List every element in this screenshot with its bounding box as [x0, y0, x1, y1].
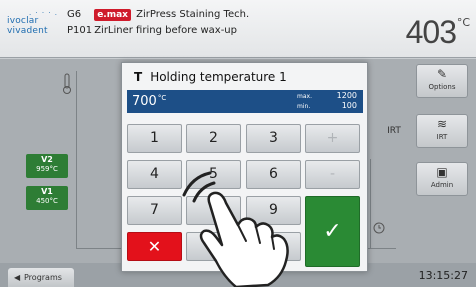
entered-value-unit: °C [157, 94, 167, 102]
cancel-button[interactable]: ✕ [127, 232, 182, 261]
program-line: G6 e.max ZirPress Staining Tech. [67, 9, 249, 21]
irt-button[interactable]: ≋ IRT [416, 114, 468, 148]
v2-label: V2 [41, 155, 53, 164]
key-4[interactable]: 4 [127, 160, 182, 189]
programs-label: Programs [24, 273, 62, 282]
thermometer-icon [63, 73, 71, 94]
v1-value: 450°C [36, 197, 58, 205]
options-label: Options [428, 83, 456, 91]
key-3[interactable]: 3 [246, 124, 301, 153]
logo-line-1: ivoclar [7, 16, 39, 26]
programs-button[interactable]: ◀ Programs [8, 268, 74, 287]
irt-icon: ≋ [436, 117, 448, 131]
arrow-left-icon: ◀ [14, 273, 21, 282]
program-code: G6 [67, 9, 82, 20]
v2-value: 959°C [36, 165, 58, 173]
subprogram-name: ZirLiner firing before wax-up [94, 25, 237, 36]
v1-label: V1 [41, 187, 53, 196]
entered-value: 700°C [132, 94, 166, 109]
dialog-title-text: Holding temperature 1 [150, 70, 287, 84]
max-value: 1200 [336, 91, 357, 100]
curve-segment [370, 159, 371, 249]
pencil-icon: ✎ [436, 67, 448, 81]
clock-icon [373, 222, 385, 234]
confirm-button[interactable]: ✓ [305, 196, 360, 267]
value-input-field[interactable]: 700°C max. min. 1200 100 [127, 90, 363, 113]
logo-line-2: vivadent [7, 26, 48, 36]
max-label: max. [297, 93, 312, 100]
key-7[interactable]: 7 [127, 196, 182, 225]
temperature-symbol: T [134, 70, 143, 84]
options-button[interactable]: ✎ Options [416, 64, 468, 98]
program-name: ZirPress Staining Tech. [136, 9, 250, 20]
subprogram-code: P101 [67, 25, 93, 36]
emax-badge: e.max [94, 9, 131, 21]
current-temperature: 403 [405, 14, 457, 50]
irt-text: IRT [387, 126, 401, 136]
subprogram-line: P101 ZirLiner firing before wax-up [67, 25, 237, 36]
vacuum-v1-button[interactable]: V1 450°C [26, 186, 68, 210]
admin-label: Admin [430, 181, 454, 189]
admin-button[interactable]: ▣ Admin [416, 162, 468, 196]
min-label: min. [297, 103, 311, 110]
vacuum-v2-button[interactable]: V2 959°C [26, 154, 68, 178]
dialog-title: T Holding temperature 1 [134, 70, 287, 84]
key-plus[interactable]: + [305, 124, 360, 153]
irt-label: IRT [436, 133, 448, 141]
temperature-unit: °C [456, 16, 470, 29]
key-1[interactable]: 1 [127, 124, 182, 153]
clock-time: 13:15:27 [418, 269, 468, 282]
ivoclar-logo: . · · · . ivoclar vivadent [7, 10, 59, 37]
y-axis-line [76, 71, 77, 249]
min-value: 100 [341, 101, 357, 110]
entered-value-number: 700 [132, 94, 157, 109]
pointing-hand-icon [182, 171, 289, 287]
key-minus[interactable]: - [305, 160, 360, 189]
key-2[interactable]: 2 [186, 124, 241, 153]
header-bar: . · · · . ivoclar vivadent G6 e.max ZirP… [0, 0, 476, 58]
monitor-icon: ▣ [436, 165, 448, 179]
